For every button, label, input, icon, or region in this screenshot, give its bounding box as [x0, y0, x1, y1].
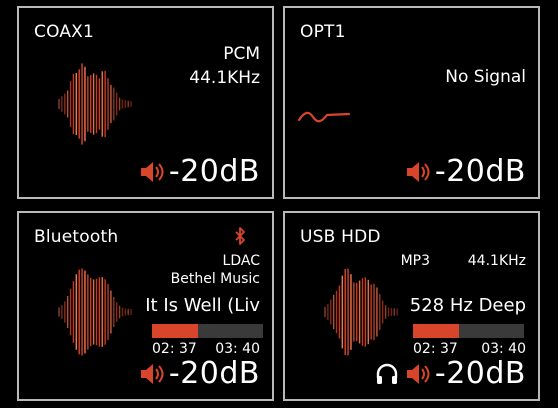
waveform-icon: [324, 268, 398, 356]
total-time: 03: 40: [481, 341, 526, 357]
headphones-icon: [376, 363, 398, 384]
sample-rate-label: 44.1KHz: [467, 253, 526, 269]
source-label: USB HDD: [300, 227, 381, 247]
volume-display: -20dB: [139, 154, 260, 189]
format-label: PCM: [223, 44, 260, 64]
speaker-icon: [406, 161, 430, 182]
progress-bar[interactable]: [413, 324, 524, 338]
format-label: MP3: [400, 253, 430, 269]
sample-rate-label: 44.1KHz: [189, 68, 260, 88]
codec-label: LDAC: [222, 253, 260, 269]
speaker-icon: [406, 363, 430, 384]
signal-status: No Signal: [445, 67, 526, 87]
elapsed-time: 02: 37: [152, 341, 197, 357]
squiggle-icon: [297, 111, 351, 123]
bluetooth-icon: [235, 227, 245, 245]
total-time: 03: 40: [215, 341, 260, 357]
speaker-icon: [140, 161, 164, 182]
track-title: 528 Hz Deep: [409, 295, 526, 316]
track-title: It Is Well (Liv: [145, 295, 260, 316]
panel-usb-hdd[interactable]: USB HDD MP3 44.1KHz 528 Hz Deep 02: 37 0…: [283, 211, 540, 401]
speaker-icon: [140, 363, 164, 384]
volume-display: -20dB: [405, 154, 526, 189]
volume-display: -20dB: [139, 356, 260, 391]
panel-bluetooth[interactable]: Bluetooth LDAC Bethel Music It Is Well (…: [17, 211, 274, 401]
source-label: OPT1: [300, 22, 346, 42]
progress-fill: [413, 324, 459, 338]
waveform-icon: [58, 63, 132, 145]
waveform-icon: [58, 268, 132, 356]
progress-bar[interactable]: [152, 324, 263, 338]
volume-value: -20dB: [434, 356, 526, 391]
source-label: Bluetooth: [34, 227, 119, 247]
progress-fill: [152, 324, 198, 338]
volume-value: -20dB: [168, 356, 260, 391]
panel-opt1[interactable]: OPT1 No Signal -20dB: [283, 6, 540, 199]
elapsed-time: 02: 37: [413, 341, 458, 357]
volume-value: -20dB: [168, 154, 260, 189]
artist-label: Bethel Music: [170, 271, 260, 287]
volume-value: -20dB: [434, 154, 526, 189]
source-label: COAX1: [34, 22, 95, 42]
panel-coax1[interactable]: COAX1 PCM 44.1KHz -20dB: [17, 6, 274, 199]
volume-display: -20dB: [375, 356, 526, 391]
